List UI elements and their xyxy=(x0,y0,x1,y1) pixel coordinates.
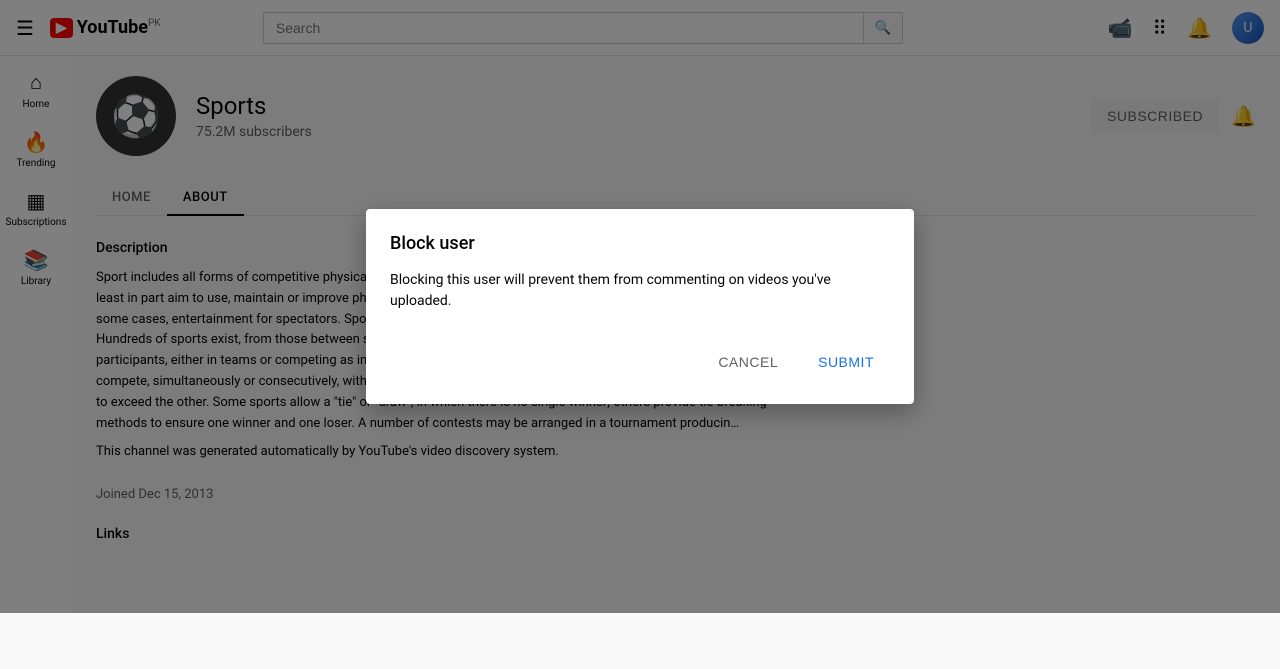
dialog-title: Block user xyxy=(390,233,890,254)
modal-overlay: Block user Blocking this user will preve… xyxy=(0,0,1280,613)
cancel-button[interactable]: CANCEL xyxy=(702,344,794,380)
dialog-actions: CANCEL SUBMIT xyxy=(390,344,890,380)
block-user-dialog: Block user Blocking this user will preve… xyxy=(366,209,914,404)
submit-button[interactable]: SUBMIT xyxy=(802,344,890,380)
dialog-message: Blocking this user will prevent them fro… xyxy=(390,270,890,312)
